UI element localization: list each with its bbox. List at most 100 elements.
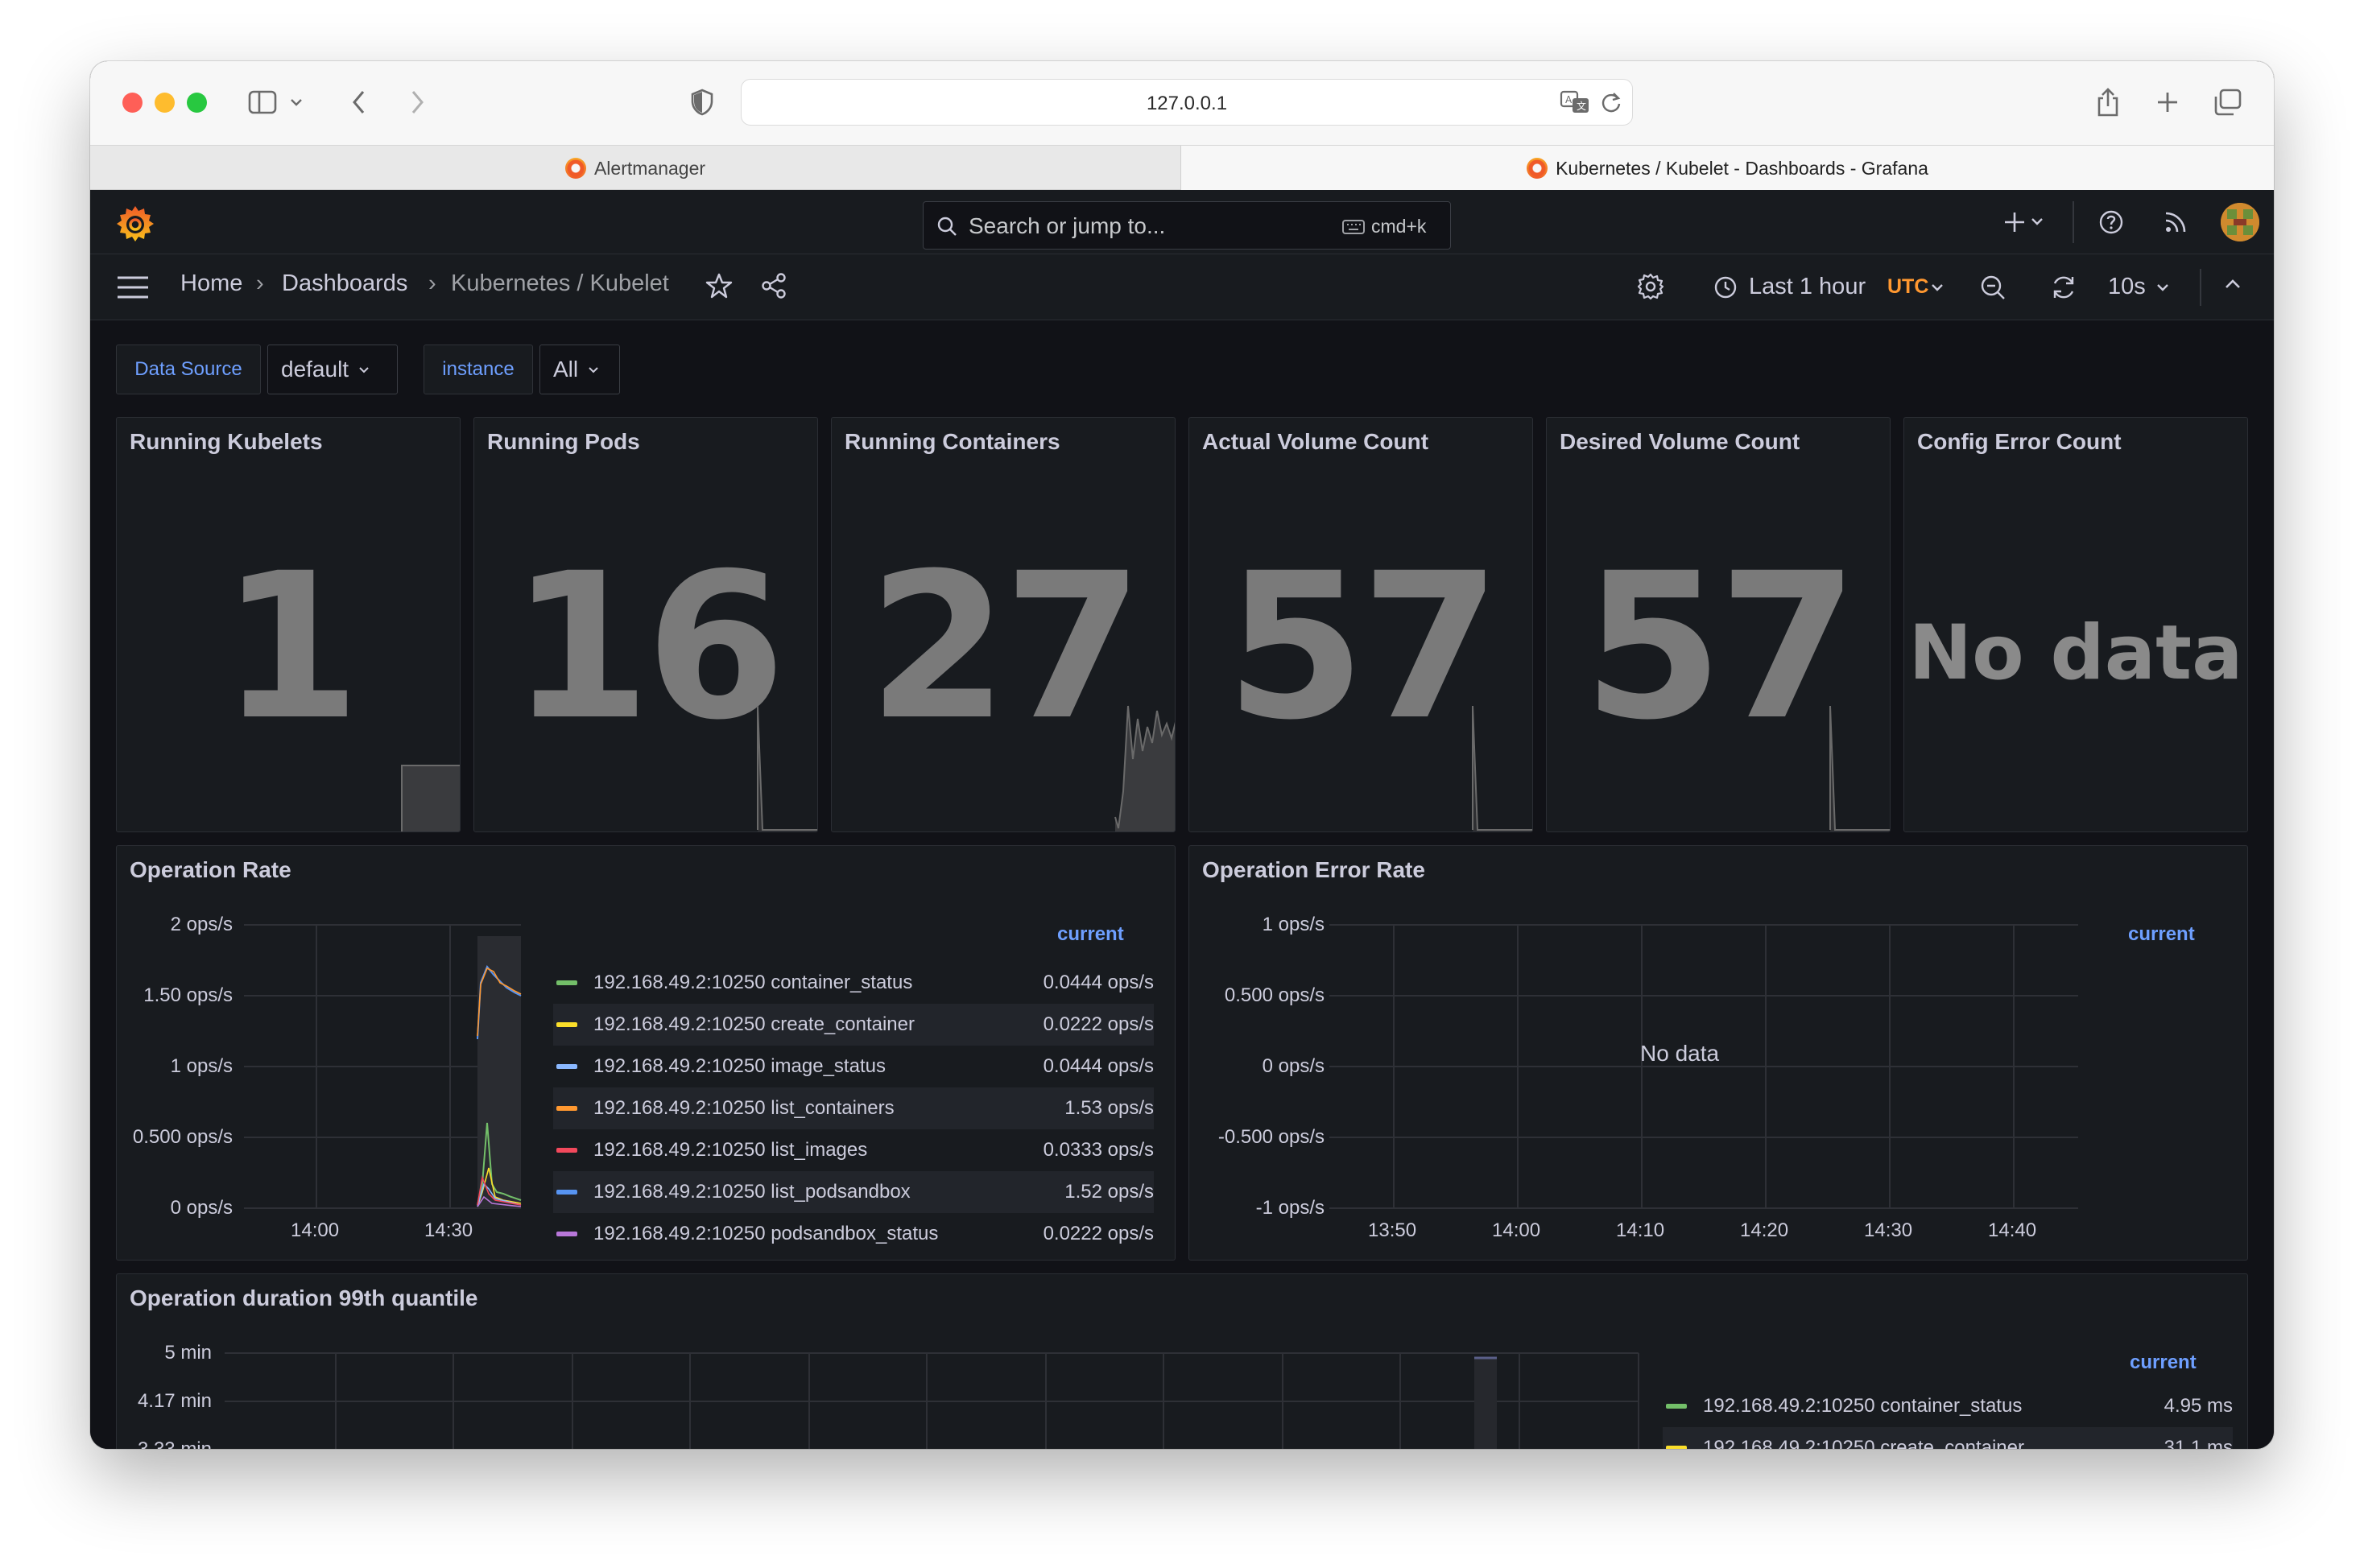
legend-current-value: 0.0333 ops/s	[1043, 1139, 1154, 1161]
dashboard-nav-bar: Home › Dashboards › Kubernetes / Kubelet…	[90, 254, 2274, 320]
time-range-picker[interactable]: Last 1 hour UTC	[1705, 264, 1944, 311]
legend-item[interactable]: 192.168.49.2:10250 create_container 0.022…	[553, 1004, 1154, 1046]
clock-icon	[1714, 276, 1737, 299]
y-tick: 0 ops/s	[1262, 1055, 1325, 1077]
sidebar-toggle-icon[interactable]	[246, 86, 279, 118]
refresh-icon[interactable]	[2050, 274, 2077, 301]
legend-sort-current[interactable]: current	[1057, 923, 1124, 946]
timeseries-panel-operation-duration[interactable]: Operation duration 99th quantile 5 min 4…	[116, 1273, 2248, 1449]
tab-overview-icon[interactable]	[2211, 86, 2243, 118]
legend-series-name: 192.168.49.2:10250 list_images	[593, 1139, 868, 1161]
stat-panel-desired-volume-count[interactable]: Desired Volume Count 57	[1546, 417, 1891, 832]
close-window-button[interactable]	[122, 93, 143, 113]
news-feed-icon[interactable]	[2163, 209, 2188, 235]
y-tick: -1 ops/s	[1255, 1197, 1325, 1219]
legend-color-swatch	[556, 1022, 577, 1027]
grafana-logo-icon[interactable]	[114, 203, 156, 245]
search-placeholder: Search or jump to...	[969, 213, 1166, 238]
address-bar[interactable]: 127.0.0.1 A文	[741, 79, 1633, 126]
privacy-shield-icon[interactable]	[686, 86, 718, 118]
x-tick: 14:40	[1988, 1219, 2037, 1241]
search-input[interactable]: Search or jump to... cmd+k	[923, 201, 1451, 250]
help-icon[interactable]	[2098, 209, 2124, 235]
breadcrumb-dashboards[interactable]: Dashboards	[282, 270, 407, 297]
legend-color-swatch	[556, 980, 577, 985]
y-tick: 3.33 min	[117, 1438, 212, 1449]
stat-panel-running-containers[interactable]: Running Containers 27	[831, 417, 1176, 832]
star-icon[interactable]	[705, 272, 733, 299]
share-icon[interactable]	[2092, 86, 2124, 118]
instance-select[interactable]: All	[539, 345, 620, 394]
stat-value: 1	[221, 530, 361, 764]
legend-item[interactable]: 192.168.49.2:10250 create_container 31.1 …	[1663, 1427, 2233, 1449]
y-tick: 0.500 ops/s	[1224, 984, 1325, 1006]
tab-alertmanager[interactable]: Alertmanager	[90, 146, 1180, 191]
stat-panel-running-pods[interactable]: Running Pods 16	[473, 417, 818, 832]
legend-color-swatch	[556, 1148, 577, 1153]
user-avatar[interactable]	[2221, 203, 2259, 241]
legend-item[interactable]: 192.168.49.2:10250 list_images 0.0333 ops…	[553, 1129, 1154, 1171]
legend-series-name: 192.168.49.2:10250 list_containers	[593, 1097, 895, 1119]
no-data-message: No data	[1908, 609, 2243, 697]
legend-series-name: 192.168.49.2:10250 image_status	[593, 1055, 886, 1077]
chevron-down-icon	[359, 366, 369, 373]
sparkline	[757, 705, 817, 831]
stat-panel-running-kubelets[interactable]: Running Kubelets 1	[116, 417, 461, 832]
legend-series-name: 192.168.49.2:10250 list_podsandbox	[593, 1181, 911, 1203]
minimize-window-button[interactable]	[155, 93, 175, 113]
collapse-nav-icon[interactable]	[2224, 279, 2242, 290]
menu-icon[interactable]	[116, 275, 150, 299]
y-tick: 2 ops/s	[170, 914, 233, 935]
chevron-down-icon[interactable]	[287, 86, 306, 118]
timeseries-panel-operation-rate[interactable]: Operation Rate 2 ops/s 1.50 ops/s 1 ops/…	[116, 845, 1176, 1261]
legend-item[interactable]: 192.168.49.2:10250 image_status 0.0444 op…	[553, 1046, 1154, 1087]
y-tick: -0.500 ops/s	[1217, 1126, 1325, 1148]
zoom-out-icon[interactable]	[1979, 274, 2007, 301]
browser-tab-bar: Alertmanager Kubernetes / Kubelet - Dash…	[90, 145, 2274, 191]
sparkline	[1829, 705, 1890, 831]
x-tick: 14:00	[1492, 1219, 1541, 1241]
legend-sort-current[interactable]: current	[2128, 923, 2195, 946]
translate-icon[interactable]: A文	[1560, 89, 1590, 115]
legend-sort-current[interactable]: current	[2130, 1351, 2197, 1374]
legend-current-value: 1.53 ops/s	[1064, 1097, 1154, 1119]
new-tab-icon[interactable]	[2151, 86, 2184, 118]
share-dashboard-icon[interactable]	[760, 272, 787, 299]
forward-icon[interactable]	[401, 86, 433, 118]
refresh-interval-picker[interactable]: 10s	[2100, 264, 2174, 311]
timeseries-panel-operation-error-rate[interactable]: Operation Error Rate 1 ops/s 0.500 ops/s…	[1188, 845, 2248, 1261]
legend-color-swatch	[556, 1232, 577, 1236]
url-text: 127.0.0.1	[1146, 93, 1228, 114]
legend-color-swatch	[556, 1106, 577, 1111]
legend-item[interactable]: 192.168.49.2:10250 container_status 4.95 …	[1663, 1385, 2233, 1427]
datasource-select[interactable]: default	[267, 345, 398, 394]
add-menu-button[interactable]	[2003, 209, 2048, 235]
breadcrumb-home[interactable]: Home	[180, 270, 242, 297]
instance-value: All	[553, 357, 579, 382]
panel-title: Running Pods	[487, 429, 640, 454]
panel-title: Running Kubelets	[130, 429, 323, 454]
svg-text:文: 文	[1577, 100, 1586, 112]
back-icon[interactable]	[343, 86, 375, 118]
stat-panel-config-error-count[interactable]: Config Error Count No data	[1903, 417, 2248, 832]
stat-panel-actual-volume-count[interactable]: Actual Volume Count 57	[1188, 417, 1533, 832]
divider	[2073, 201, 2074, 243]
legend-item[interactable]: 192.168.49.2:10250 list_containers 1.53 o…	[553, 1087, 1154, 1129]
legend-item[interactable]: 192.168.49.2:10250 list_podsandbox 1.52 o…	[553, 1171, 1154, 1213]
settings-gear-icon[interactable]	[1636, 272, 1665, 301]
chevron-down-icon	[2157, 284, 2168, 291]
legend-item[interactable]: 192.168.49.2:10250 podsandbox_status 0.02…	[553, 1213, 1154, 1255]
tab-label: Alertmanager	[593, 157, 706, 179]
timezone-label: UTC	[1887, 275, 1929, 298]
zoom-window-button[interactable]	[187, 93, 207, 113]
tab-kubelet-dashboard[interactable]: Kubernetes / Kubelet - Dashboards - Graf…	[1180, 146, 2274, 191]
legend-current-value: 1.52 ops/s	[1064, 1181, 1154, 1203]
legend-item[interactable]: 192.168.49.2:10250 container_status 0.044…	[553, 962, 1154, 1004]
grafana-top-bar: Search or jump to... cmd+k	[90, 190, 2274, 254]
divider	[2200, 269, 2201, 306]
grafana-favicon-icon	[1527, 158, 1548, 179]
y-tick: 0 ops/s	[170, 1197, 233, 1219]
reload-icon[interactable]	[1600, 91, 1622, 113]
breadcrumb-separator: ›	[256, 270, 264, 296]
legend-series-name: 192.168.49.2:10250 create_container	[1703, 1437, 2024, 1449]
